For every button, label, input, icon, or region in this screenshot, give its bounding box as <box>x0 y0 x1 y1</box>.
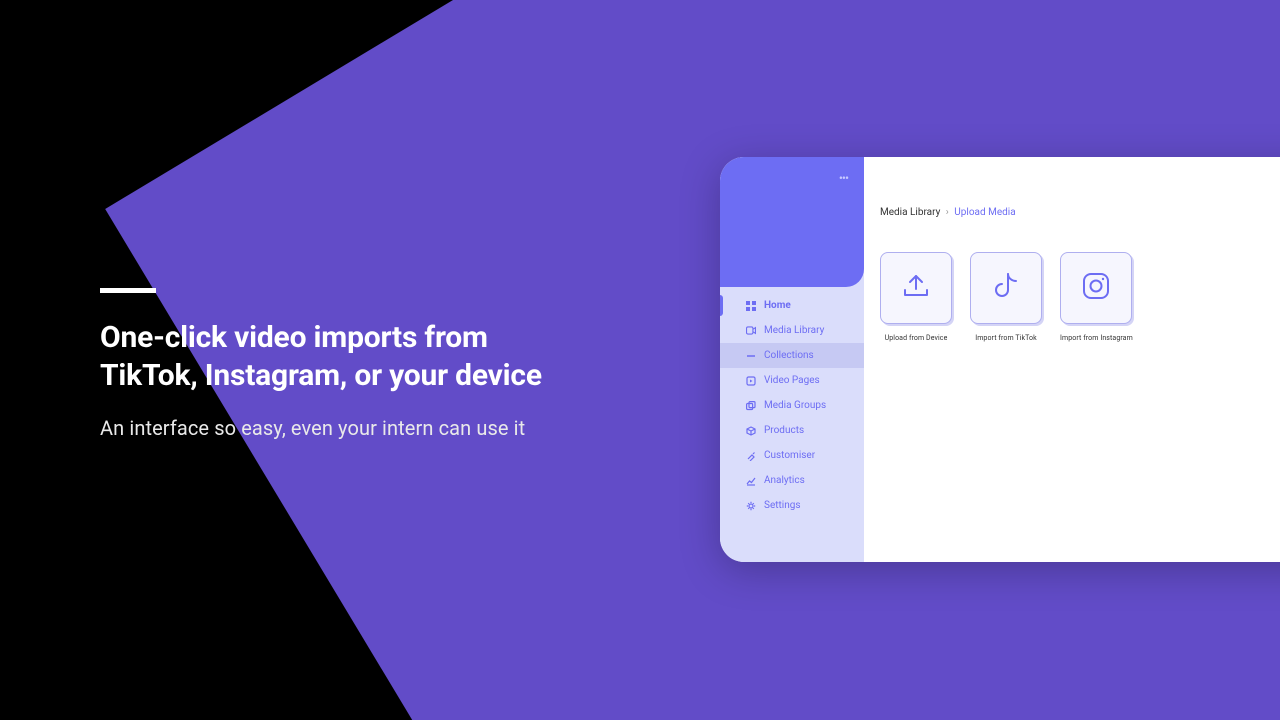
sidebar-item-label: Home <box>764 300 791 311</box>
sidebar-item-media-library[interactable]: Media Library <box>720 318 864 343</box>
card-label: Import from TikTok <box>970 334 1042 342</box>
import-from-tiktok-button[interactable] <box>970 252 1042 324</box>
minus-icon <box>746 351 756 361</box>
grid-icon <box>746 301 756 311</box>
breadcrumb-root[interactable]: Media Library <box>880 207 940 218</box>
card-label: Upload from Device <box>880 334 952 342</box>
promo-heading-line2: TikTok, Instagram, or your device <box>100 358 542 393</box>
breadcrumb: Media Library › Upload Media <box>880 207 1280 218</box>
sidebar-item-label: Media Groups <box>764 400 826 411</box>
settings-icon <box>746 501 756 511</box>
promo-block: One-click video imports from TikTok, Ins… <box>100 288 620 440</box>
sidebar-item-collections[interactable]: Collections <box>720 343 864 368</box>
sidebar-item-media-groups[interactable]: Media Groups <box>720 393 864 418</box>
promo-heading-line1: One-click video imports from <box>100 320 488 355</box>
sidebar-item-label: Collections <box>764 350 814 361</box>
customiser-icon <box>746 451 756 461</box>
sidebar-item-label: Products <box>764 425 804 436</box>
card-import-instagram: Import from Instagram <box>1060 252 1133 342</box>
sidebar-nav: Home Media Library Collections Video Pag… <box>720 287 864 518</box>
promo-subheading: An interface so easy, even your intern c… <box>100 416 620 440</box>
sidebar-item-label: Video Pages <box>764 375 820 386</box>
card-import-tiktok: Import from TikTok <box>970 252 1042 342</box>
main-content: Media Library › Upload Media Upload from… <box>864 157 1280 562</box>
sidebar-item-analytics[interactable]: Analytics <box>720 468 864 493</box>
analytics-icon <box>746 476 756 486</box>
instagram-icon <box>1081 271 1111 305</box>
video-icon <box>746 326 756 336</box>
promo-heading: One-click video imports from TikTok, Ins… <box>100 319 620 394</box>
groups-icon <box>746 401 756 411</box>
sidebar-item-video-pages[interactable]: Video Pages <box>720 368 864 393</box>
products-icon <box>746 426 756 436</box>
import-from-instagram-button[interactable] <box>1060 252 1132 324</box>
tiktok-icon <box>993 271 1019 305</box>
page-icon <box>746 376 756 386</box>
sidebar-item-label: Media Library <box>764 325 824 336</box>
upload-from-device-button[interactable] <box>880 252 952 324</box>
sidebar-item-label: Customiser <box>764 450 815 461</box>
card-label: Import from Instagram <box>1060 334 1133 342</box>
sidebar-item-label: Settings <box>764 500 801 511</box>
upload-cards-row: Upload from Device Import from TikTok <box>880 252 1280 342</box>
app-window: ••• Home Media Library Collections <box>720 157 1280 562</box>
sidebar-item-home[interactable]: Home <box>720 293 864 318</box>
card-upload-device: Upload from Device <box>880 252 952 342</box>
breadcrumb-current: Upload Media <box>954 207 1015 218</box>
sidebar-item-settings[interactable]: Settings <box>720 493 864 518</box>
sidebar-header: ••• <box>720 157 864 287</box>
sidebar: ••• Home Media Library Collections <box>720 157 864 562</box>
sidebar-item-products[interactable]: Products <box>720 418 864 443</box>
sidebar-item-label: Analytics <box>764 475 805 486</box>
upload-icon <box>901 272 931 304</box>
sidebar-item-customiser[interactable]: Customiser <box>720 443 864 468</box>
divider-rule <box>100 288 156 293</box>
more-icon[interactable]: ••• <box>839 171 848 185</box>
breadcrumb-separator: › <box>946 207 949 218</box>
